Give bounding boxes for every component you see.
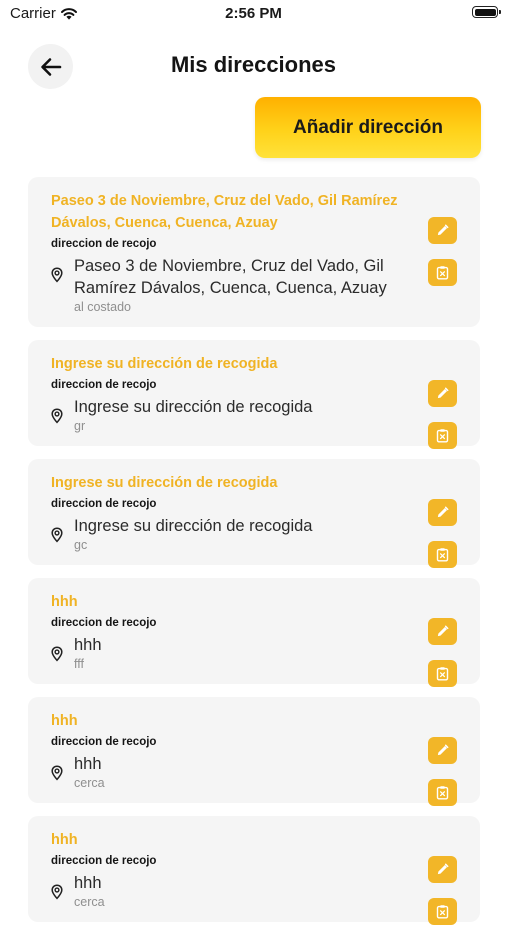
address-list: Paseo 3 de Noviembre, Cruz del Vado, Gil… — [28, 177, 480, 935]
address-reference: fff — [74, 657, 84, 671]
status-bar: Carrier 2:56 PM — [0, 0, 507, 28]
pencil-icon — [437, 863, 449, 875]
location-pin-icon — [51, 267, 63, 283]
address-title: hhh — [51, 594, 78, 610]
clipboard-delete-icon — [436, 905, 449, 919]
address-text: hhh — [74, 755, 102, 773]
pencil-icon — [437, 224, 449, 236]
delete-address-button[interactable] — [428, 779, 457, 806]
clipboard-delete-icon — [436, 429, 449, 443]
edit-address-button[interactable] — [428, 856, 457, 883]
address-type: direccion de recojo — [51, 855, 157, 867]
delete-address-button[interactable] — [428, 259, 457, 286]
pencil-icon — [437, 387, 449, 399]
address-detail: hhh cerca — [51, 872, 410, 910]
address-detail: Paseo 3 de Noviembre, Cruz del Vado, Gil… — [51, 255, 410, 315]
address-type: direccion de recojo — [51, 617, 157, 629]
address-reference: gc — [74, 538, 88, 552]
location-pin-icon — [51, 884, 63, 900]
add-address-button[interactable]: Añadir dirección — [255, 97, 481, 158]
address-detail: Ingrese su dirección de recogida gc — [51, 515, 410, 553]
delete-address-button[interactable] — [428, 660, 457, 687]
address-card: Ingrese su dirección de recogida direcci… — [28, 340, 480, 449]
address-card: Ingrese su dirección de recogida direcci… — [28, 459, 480, 568]
pencil-icon — [437, 744, 449, 756]
address-type: direccion de recojo — [51, 498, 157, 510]
edit-address-button[interactable] — [428, 737, 457, 764]
pencil-icon — [437, 506, 449, 518]
address-card: hhh direccion de recojo hhh fff — [28, 578, 480, 687]
edit-address-button[interactable] — [428, 217, 457, 244]
address-reference: gr — [74, 419, 86, 433]
address-card: hhh direccion de recojo hhh cerca — [28, 697, 480, 806]
address-card: hhh direccion de recojo hhh cerca — [28, 816, 480, 925]
address-text: hhh — [74, 874, 102, 892]
address-type: direccion de recojo — [51, 379, 157, 391]
address-type: direccion de recojo — [51, 238, 157, 250]
address-card: Paseo 3 de Noviembre, Cruz del Vado, Gil… — [28, 177, 480, 327]
address-type: direccion de recojo — [51, 736, 157, 748]
address-text: Paseo 3 de Noviembre, Cruz del Vado, Gil… — [74, 257, 387, 297]
clipboard-delete-icon — [436, 548, 449, 562]
location-pin-icon — [51, 646, 63, 662]
delete-address-button[interactable] — [428, 541, 457, 568]
delete-address-button[interactable] — [428, 898, 457, 925]
edit-address-button[interactable] — [428, 499, 457, 526]
location-pin-icon — [51, 765, 63, 781]
location-pin-icon — [51, 408, 63, 424]
address-reference: cerca — [74, 776, 105, 790]
address-title: Ingrese su dirección de recogida — [51, 356, 278, 372]
delete-address-button[interactable] — [428, 422, 457, 449]
address-title: Paseo 3 de Noviembre, Cruz del Vado, Gil… — [51, 193, 398, 231]
location-pin-icon — [51, 527, 63, 543]
address-title: hhh — [51, 832, 78, 848]
address-detail: Ingrese su dirección de recogida gr — [51, 396, 410, 434]
address-reference: al costado — [74, 300, 131, 314]
address-text: Ingrese su dirección de recogida — [74, 517, 313, 535]
address-reference: cerca — [74, 895, 105, 909]
address-detail: hhh fff — [51, 634, 410, 672]
pencil-icon — [437, 625, 449, 637]
edit-address-button[interactable] — [428, 380, 457, 407]
battery-icon — [472, 6, 501, 18]
address-text: hhh — [74, 636, 102, 654]
clipboard-delete-icon — [436, 786, 449, 800]
clipboard-delete-icon — [436, 667, 449, 681]
edit-address-button[interactable] — [428, 618, 457, 645]
address-title: Ingrese su dirección de recogida — [51, 475, 278, 491]
status-time: 2:56 PM — [225, 5, 282, 22]
page-title: Mis direcciones — [170, 52, 337, 77]
address-title: hhh — [51, 713, 78, 729]
clipboard-delete-icon — [436, 266, 449, 280]
address-text: Ingrese su dirección de recogida — [74, 398, 313, 416]
address-detail: hhh cerca — [51, 753, 410, 791]
